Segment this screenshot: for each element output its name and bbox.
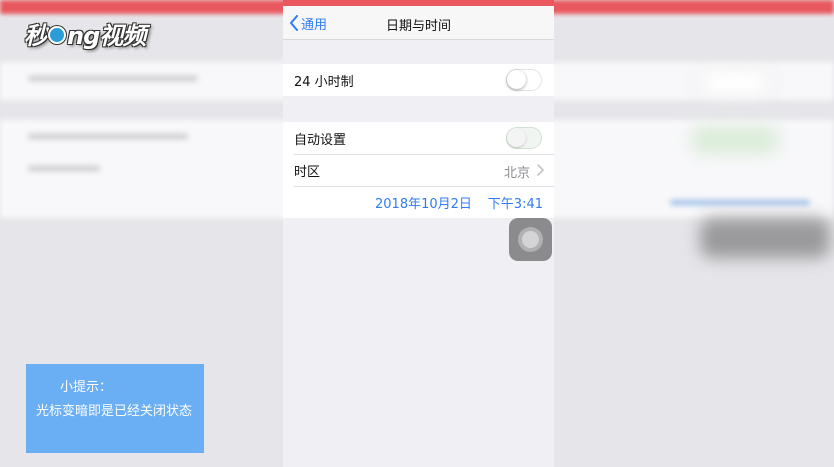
assistive-touch-button[interactable] xyxy=(509,218,552,261)
auto-set-row: 自动设置 xyxy=(283,122,554,154)
background-toggle xyxy=(700,70,770,96)
chevron-right-icon xyxy=(537,164,544,176)
background-text-line xyxy=(28,76,198,81)
background-assistive-touch xyxy=(700,218,830,258)
date-value: 2018年10月2日 xyxy=(375,196,472,212)
time-value: 下午3:41 xyxy=(487,196,543,212)
timezone-value: 北京 xyxy=(503,166,530,181)
date-time-group: 自动设置 时区 北京 2018年10月2日 下午3:41 xyxy=(283,122,554,218)
toggle-knob xyxy=(507,70,526,89)
toggle-knob xyxy=(507,128,526,147)
tip-body: 光标变暗即是已经关闭状态 xyxy=(36,404,193,419)
watermark-logo: 秒 ng视频 xyxy=(24,22,146,50)
tip-box: 小提示： 光标变暗即是已经关闭状态 xyxy=(26,364,204,453)
background-text-line xyxy=(28,134,188,139)
hour24-group: 24 小时制 xyxy=(283,64,554,96)
date-time-row[interactable]: 2018年10月2日 下午3:41 xyxy=(283,186,554,218)
background-toggle xyxy=(690,126,780,154)
hour24-toggle[interactable] xyxy=(506,69,542,91)
page-title: 日期与时间 xyxy=(385,19,451,34)
background-text-line xyxy=(670,200,810,205)
assistive-touch-dot xyxy=(522,231,539,248)
background-text-line xyxy=(28,166,100,171)
hour24-row: 24 小时制 xyxy=(283,64,554,96)
navigation-bar: 通用 日期与时间 xyxy=(283,6,554,40)
timezone-row[interactable]: 时区 北京 xyxy=(283,154,554,186)
tip-title: 小提示： xyxy=(60,380,113,395)
auto-set-toggle[interactable] xyxy=(506,127,542,149)
